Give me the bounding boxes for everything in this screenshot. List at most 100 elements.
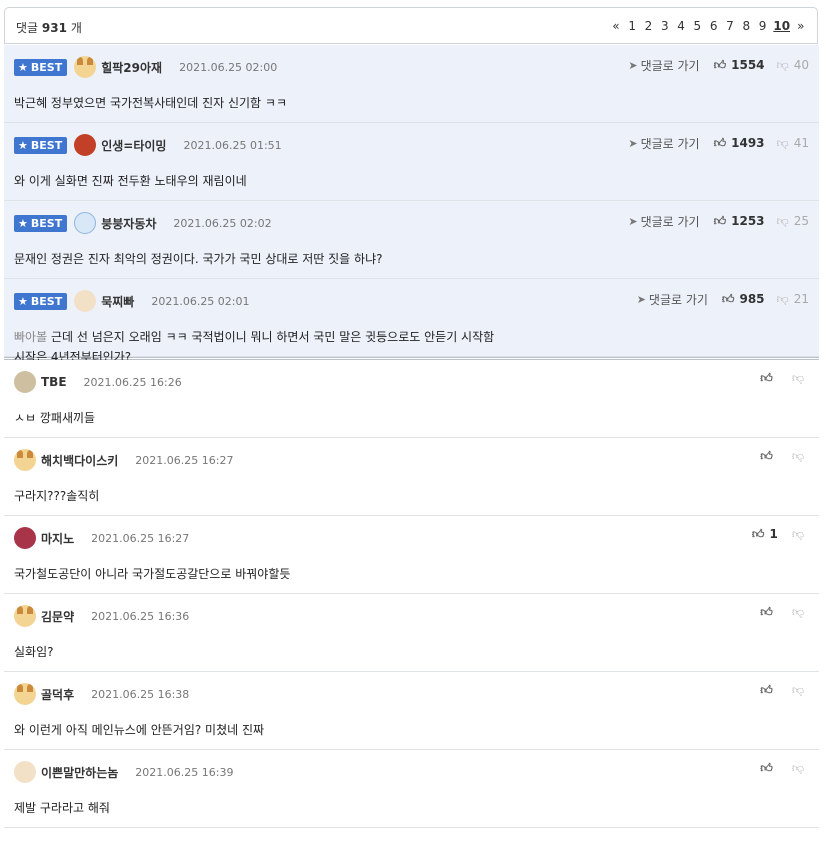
best-badge-label: BEST xyxy=(30,216,63,230)
upvote-count: 1493 xyxy=(731,136,765,150)
pager-page-4[interactable]: 4 xyxy=(673,19,689,33)
comment-nickname[interactable]: 해치백다이스키 xyxy=(41,452,118,469)
comment-actions: 👍︎ 👎︎ xyxy=(760,368,809,388)
comment-date: 2021.06.25 02:02 xyxy=(173,216,272,230)
upvote-button[interactable]: 👍︎ 1493 xyxy=(714,136,765,151)
comment-nickname[interactable]: 이쁜말만하는놈 xyxy=(41,764,118,781)
thumbs-up-icon: 👍︎ xyxy=(760,682,773,697)
best-badge: ★ BEST xyxy=(14,58,68,76)
thumbs-down-icon: 👎︎ xyxy=(791,448,804,463)
comment-body: 국가철도공단이 아니라 국가절도공갈단으로 바꿔야할듯 xyxy=(14,564,290,584)
arrow-icon: ➤ xyxy=(628,136,638,150)
comment-date: 2021.06.25 16:27 xyxy=(135,453,234,467)
comment-text: 실화임? xyxy=(14,645,54,659)
best-badge: ★ BEST xyxy=(14,136,68,154)
downvote-button[interactable]: 👎︎ xyxy=(792,527,809,542)
thumbs-down-icon: 👎︎ xyxy=(791,604,804,619)
comment-actions: ➤ 댓글로 가기 👍︎ 985 👎︎ 21 xyxy=(637,289,809,309)
pager-page-8[interactable]: 8 xyxy=(738,19,754,33)
reply-target: 빠아볼 xyxy=(14,330,48,344)
upvote-button[interactable]: 👍︎ xyxy=(760,683,778,698)
upvote-count: 1253 xyxy=(731,214,765,228)
comment-header: 댓글 931 개 « 1 2 3 4 5 6 7 8 9 10 » xyxy=(4,7,818,44)
comment-section: 댓글 931 개 « 1 2 3 4 5 6 7 8 9 10 » ★ BEST … xyxy=(0,0,826,851)
downvote-button[interactable]: 👎︎ xyxy=(792,449,809,464)
upvote-button[interactable]: 👍︎ 985 xyxy=(722,292,765,307)
downvote-button[interactable]: 👎︎ 41 xyxy=(777,136,809,151)
upvote-button[interactable]: 👍︎ xyxy=(760,761,778,776)
comment-date: 2021.06.25 01:51 xyxy=(183,138,282,152)
downvote-button[interactable]: 👎︎ xyxy=(792,761,809,776)
comment-nickname[interactable]: 마지노 xyxy=(41,530,74,547)
comment-text: 근데 선 넘은지 오래임 ㅋㅋ 국적법이니 뭐니 하면서 국민 말은 귓등으로도… xyxy=(50,330,495,344)
thumbs-up-icon: 👍︎ xyxy=(760,370,773,385)
pager-prev-button[interactable]: « xyxy=(608,19,624,33)
puppy-icon xyxy=(14,761,36,783)
comment-actions: 👍︎ 👎︎ xyxy=(760,446,809,466)
upvote-button[interactable]: 👍︎ 1 xyxy=(752,527,778,542)
dog-icon xyxy=(14,683,36,705)
comment-actions: ➤ 댓글로 가기 👍︎ 1253 👎︎ 25 xyxy=(628,211,809,231)
comment-meta: 김문약 2021.06.25 16:36 xyxy=(14,604,189,628)
pager-next-button[interactable]: » xyxy=(793,19,809,33)
comment-row: 마지노 2021.06.25 16:27 👍︎ 1 👎︎ 국가철도공단이 아니라 … xyxy=(4,516,819,594)
comment-meta: ★ BEST 묵찌빠 2021.06.25 02:01 xyxy=(14,289,250,313)
upvote-button[interactable]: 👍︎ xyxy=(760,371,778,386)
thumbs-up-icon: 👍︎ xyxy=(760,604,773,619)
pager-page-2[interactable]: 2 xyxy=(640,19,656,33)
upvote-button[interactable]: 👍︎ xyxy=(760,605,778,620)
comment-date: 2021.06.25 02:00 xyxy=(179,60,278,74)
thumbs-up-icon: 👍︎ xyxy=(760,448,773,463)
goto-comment-label: 댓글로 가기 xyxy=(640,214,700,229)
goto-comment-link[interactable]: ➤ 댓글로 가기 xyxy=(637,291,708,308)
star-icon: ★ xyxy=(18,60,28,74)
comment-nickname[interactable]: 김문약 xyxy=(41,608,74,625)
downvote-button[interactable]: 👎︎ xyxy=(792,605,809,620)
best-badge: ★ BEST xyxy=(14,292,68,310)
thumbs-up-icon: 👍︎ xyxy=(751,526,765,541)
comment-nickname[interactable]: 인생=타이밍 xyxy=(101,137,166,154)
goto-comment-link[interactable]: ➤ 댓글로 가기 xyxy=(628,213,699,230)
pager-page-5[interactable]: 5 xyxy=(689,19,705,33)
comment-nickname[interactable]: 묵찌빠 xyxy=(101,293,134,310)
comment-nickname[interactable]: 붕붕자동차 xyxy=(101,215,156,232)
pager-page-1[interactable]: 1 xyxy=(624,19,640,33)
comment-meta: TBE 2021.06.25 16:26 xyxy=(14,370,182,394)
best-comment-row: ★ BEST 붕붕자동차 2021.06.25 02:02 ➤ 댓글로 가기 👍︎ 1… xyxy=(4,201,819,279)
comment-nickname[interactable]: 골덕후 xyxy=(41,686,74,703)
goto-comment-link[interactable]: ➤ 댓글로 가기 xyxy=(628,57,699,74)
upvote-count: 1 xyxy=(769,527,778,541)
upvote-button[interactable]: 👍︎ xyxy=(760,449,778,464)
pager-page-3[interactable]: 3 xyxy=(657,19,673,33)
comment-row: 골덕후 2021.06.25 16:38 👍︎ 👎︎ 와 이런게 아직 메인뉴스… xyxy=(4,672,819,750)
thumbs-down-icon: 👎︎ xyxy=(791,760,804,775)
comment-date: 2021.06.25 02:01 xyxy=(151,294,250,308)
pager-page-current[interactable]: 10 xyxy=(771,19,793,33)
comment-body: 문재인 정권은 진자 최악의 정권이다. 국가가 국민 상대로 저딴 짓을 하냐… xyxy=(14,249,383,269)
best-comment-row: ★ BEST 묵찌빠 2021.06.25 02:01 ➤ 댓글로 가기 👍︎ 985… xyxy=(4,279,819,364)
pager-page-7[interactable]: 7 xyxy=(722,19,738,33)
comment-body: 실화임? xyxy=(14,642,54,662)
comment-nickname[interactable]: 힐팍29아재 xyxy=(101,59,162,76)
downvote-button[interactable]: 👎︎ 40 xyxy=(777,58,809,73)
pagination: « 1 2 3 4 5 6 7 8 9 10 » xyxy=(608,19,809,33)
comment-meta: ★ BEST 힐팍29아재 2021.06.25 02:00 xyxy=(14,55,277,79)
downvote-button[interactable]: 👎︎ xyxy=(792,371,809,386)
upvote-button[interactable]: 👍︎ 1554 xyxy=(714,58,765,73)
upvote-button[interactable]: 👍︎ 1253 xyxy=(714,214,765,229)
downvote-count: 21 xyxy=(793,292,809,306)
goto-comment-link[interactable]: ➤ 댓글로 가기 xyxy=(628,135,699,152)
comment-count-label: 댓글 xyxy=(16,21,39,35)
pager-page-6[interactable]: 6 xyxy=(706,19,722,33)
comment-meta: ★ BEST 붕붕자동차 2021.06.25 02:02 xyxy=(14,211,272,235)
downvote-button[interactable]: 👎︎ 25 xyxy=(777,214,809,229)
downvote-button[interactable]: 👎︎ xyxy=(792,683,809,698)
thumbs-down-icon: 👎︎ xyxy=(791,370,804,385)
comment-body: ㅅㅂ 깡패새끼들 xyxy=(14,408,95,428)
comment-row: 해치백다이스키 2021.06.25 16:27 👍︎ 👎︎ 구라지???솔직히 xyxy=(4,438,819,516)
comment-nickname[interactable]: TBE xyxy=(41,375,67,389)
star-icon: ★ xyxy=(18,294,28,308)
white-dog-icon xyxy=(74,212,97,234)
downvote-button[interactable]: 👎︎ 21 xyxy=(777,292,809,307)
pager-page-9[interactable]: 9 xyxy=(754,19,770,33)
